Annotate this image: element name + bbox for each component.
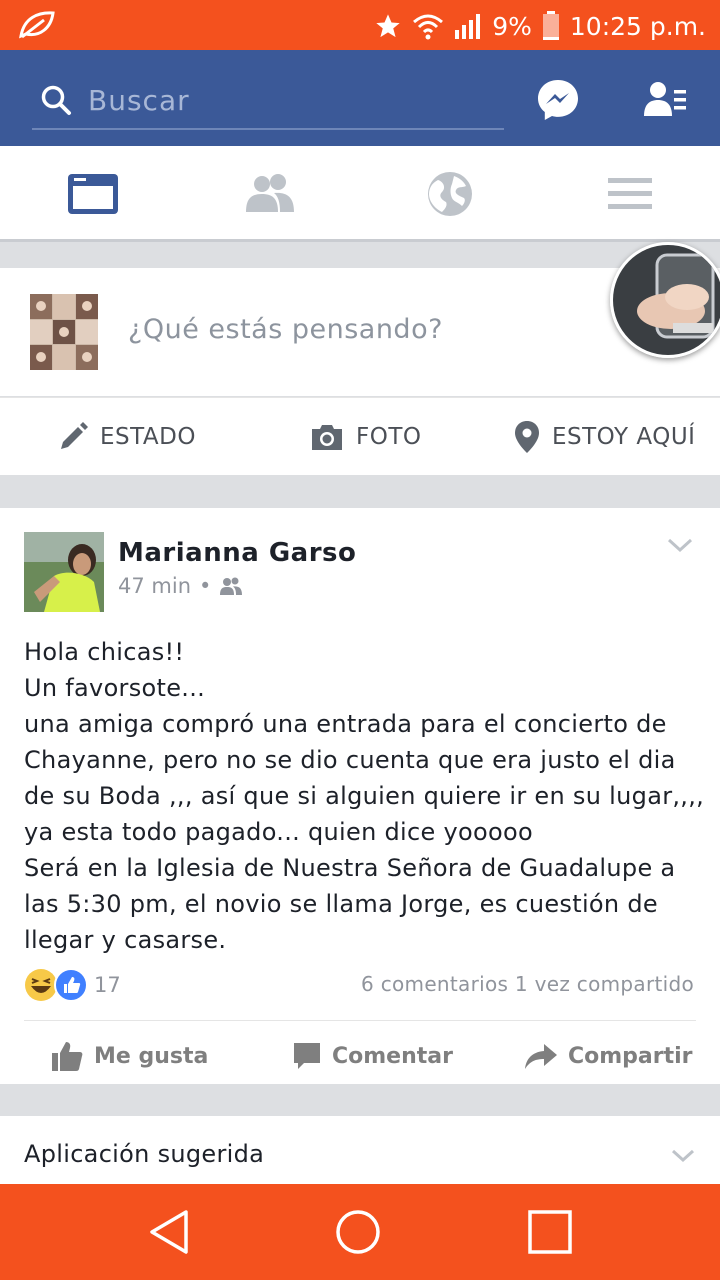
post-divider bbox=[24, 1020, 696, 1021]
check-in-label: ESTOY AQUÍ bbox=[552, 424, 696, 450]
user-avatar bbox=[30, 294, 98, 370]
friend-requests-icon[interactable] bbox=[644, 80, 688, 120]
messenger-icon[interactable] bbox=[536, 78, 580, 122]
suggested-app-card: Aplicación sugerida bbox=[0, 1116, 720, 1186]
post-stats[interactable]: 6 comentarios 1 vez compartido bbox=[361, 972, 694, 996]
feed-post: Marianna Garso 47 min • Hola chicas!! Un… bbox=[0, 508, 720, 1084]
post-time[interactable]: 47 min bbox=[118, 574, 191, 598]
recents-icon[interactable] bbox=[526, 1208, 574, 1256]
like-label: Me gusta bbox=[94, 1043, 209, 1069]
suggested-app-title: Aplicación sugerida bbox=[24, 1140, 265, 1168]
status-bar: 9% 10:25 p.m. bbox=[0, 0, 720, 50]
chat-head[interactable] bbox=[610, 242, 720, 358]
share-icon bbox=[525, 1044, 557, 1069]
post-line: Un favorsote... bbox=[24, 674, 206, 702]
post-line: Chayanne, pero no se dio cuenta que era … bbox=[24, 746, 676, 774]
composer-prompt[interactable]: ¿Qué estás pensando? bbox=[128, 314, 443, 345]
post-meta: 47 min • bbox=[118, 574, 243, 598]
status-button[interactable]: ESTADO bbox=[58, 420, 196, 454]
author-name[interactable]: Marianna Garso bbox=[118, 538, 356, 568]
post-text: Hola chicas!! Un favorsote... una amiga … bbox=[24, 634, 704, 958]
camera-icon bbox=[312, 425, 342, 450]
clock: 10:25 p.m. bbox=[569, 11, 706, 41]
back-icon[interactable] bbox=[146, 1208, 194, 1256]
like-reaction-icon bbox=[54, 968, 88, 1002]
leaf-app-icon bbox=[19, 11, 55, 39]
top-bar bbox=[0, 50, 720, 146]
share-button[interactable]: Compartir bbox=[524, 1038, 693, 1074]
star-icon bbox=[376, 14, 400, 38]
post-line: ya esta todo pagado... quien dice yooooo bbox=[24, 818, 533, 846]
friends-icon[interactable] bbox=[240, 166, 300, 222]
search-input[interactable] bbox=[88, 80, 488, 120]
comment-button[interactable]: Comentar bbox=[292, 1038, 453, 1074]
comment-icon bbox=[294, 1043, 320, 1069]
search-icon bbox=[41, 85, 71, 115]
pencil-icon bbox=[61, 422, 88, 449]
search-bar[interactable] bbox=[32, 72, 504, 130]
thumbs-up-icon bbox=[52, 1042, 83, 1071]
wifi-icon bbox=[413, 14, 444, 40]
comment-label: Comentar bbox=[332, 1043, 453, 1069]
chat-head-photo bbox=[613, 245, 720, 355]
post-line: las 5:30 pm, el novio se llama Jorge, es… bbox=[24, 890, 658, 918]
post-line: de su Boda ,,, así que si alguien quiere… bbox=[24, 782, 705, 810]
battery-icon bbox=[542, 11, 559, 40]
home-icon[interactable] bbox=[334, 1208, 382, 1256]
share-label: Compartir bbox=[568, 1043, 693, 1069]
author-avatar[interactable] bbox=[24, 532, 104, 612]
tab-bar bbox=[0, 146, 720, 242]
location-pin-icon bbox=[515, 421, 539, 453]
photo-button[interactable]: FOTO bbox=[310, 420, 422, 454]
menu-icon[interactable] bbox=[600, 166, 660, 222]
globe-icon[interactable] bbox=[420, 166, 480, 222]
reaction-count: 17 bbox=[94, 973, 121, 997]
system-nav-bar bbox=[0, 1184, 720, 1280]
post-options-chevron-icon[interactable] bbox=[666, 536, 694, 554]
post-line: una amiga compró una entrada para el con… bbox=[24, 710, 667, 738]
photo-label: FOTO bbox=[356, 424, 422, 450]
meta-separator: • bbox=[199, 574, 212, 598]
friends-audience-icon bbox=[220, 577, 243, 595]
post-line: Será en la Iglesia de Nuestra Señora de … bbox=[24, 854, 676, 882]
check-in-button[interactable]: ESTOY AQUÍ bbox=[514, 420, 695, 454]
status-label: ESTADO bbox=[100, 424, 196, 450]
reactions-summary[interactable]: 17 bbox=[24, 968, 121, 1002]
haha-reaction-icon bbox=[25, 969, 57, 1001]
news-feed-icon[interactable] bbox=[64, 166, 124, 222]
post-line: Hola chicas!! bbox=[24, 638, 185, 666]
signal-icon bbox=[455, 14, 481, 39]
composer-actions: ESTADO FOTO ESTOY AQUÍ bbox=[0, 397, 720, 475]
like-button[interactable]: Me gusta bbox=[50, 1038, 208, 1074]
suggestion-options-chevron-icon[interactable] bbox=[670, 1148, 696, 1164]
battery-percent: 9% bbox=[492, 11, 532, 41]
post-line: llegar y casarse. bbox=[24, 926, 227, 954]
